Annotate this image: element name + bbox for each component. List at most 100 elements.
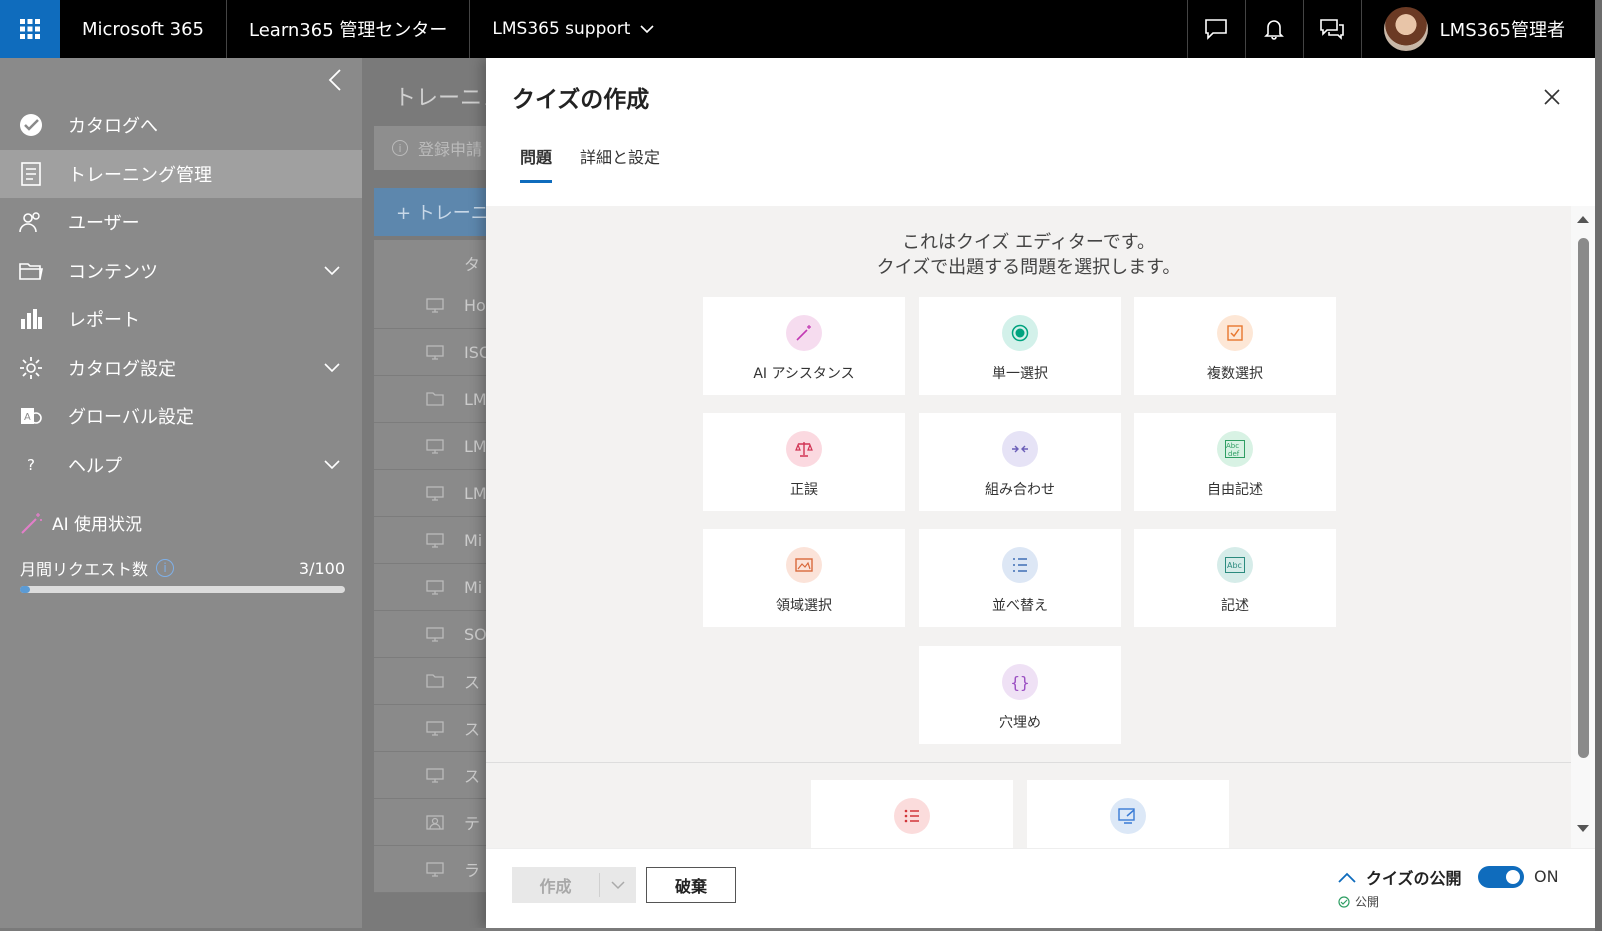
publish-toggle[interactable] bbox=[1478, 866, 1524, 888]
table-row[interactable]: SO bbox=[374, 611, 486, 658]
discard-button[interactable]: 破棄 bbox=[646, 867, 736, 903]
scrollbar-thumb[interactable] bbox=[1578, 238, 1589, 758]
list-bullets-icon bbox=[894, 798, 930, 834]
table-row[interactable]: ス bbox=[374, 705, 486, 752]
app-name[interactable]: Microsoft 365 bbox=[60, 0, 227, 58]
usage-progress-fill bbox=[20, 586, 30, 593]
question-type-card[interactable]: 正誤 bbox=[703, 413, 905, 511]
table-row[interactable]: テ bbox=[374, 799, 486, 846]
intro-line-2: クイズで出題する問題を選択します。 bbox=[876, 257, 1181, 278]
question-type-card[interactable]: Abc 記述 bbox=[1134, 529, 1336, 627]
text-abc-icon: Abc def bbox=[1217, 431, 1253, 467]
feedback-icon[interactable] bbox=[1186, 0, 1245, 58]
tenant-selector[interactable]: LMS365 support bbox=[470, 0, 676, 58]
sidebar-item-global-settings[interactable]: A グローバル設定 bbox=[0, 392, 362, 440]
question-template-card[interactable] bbox=[811, 780, 1013, 848]
row-title: SO bbox=[464, 624, 486, 644]
chevron-down-icon bbox=[640, 25, 655, 34]
usage-progress-bar bbox=[20, 586, 345, 593]
user-name: LMS365管理者 bbox=[1439, 20, 1565, 41]
admin-center-title[interactable]: Learn365 管理センター bbox=[227, 0, 471, 58]
question-type-card[interactable]: {} 穴埋め bbox=[919, 646, 1121, 744]
table-row[interactable]: ス bbox=[374, 658, 486, 705]
sidebar-item-label: カタログ設定 bbox=[68, 359, 176, 380]
sidebar-item-users[interactable]: ユーザー bbox=[0, 198, 362, 246]
row-title: ス bbox=[464, 767, 481, 786]
sidebar-item-reports[interactable]: レポート bbox=[0, 295, 362, 343]
info-icon[interactable]: i bbox=[156, 559, 175, 577]
table-row[interactable]: Mi bbox=[374, 517, 486, 564]
top-bar: Microsoft 365 Learn365 管理センター LMS365 sup… bbox=[0, 0, 1595, 58]
question-type-card[interactable]: 組み合わせ bbox=[919, 413, 1121, 511]
magic-wand-icon bbox=[21, 512, 42, 534]
svg-text:Abc: Abc bbox=[1226, 442, 1239, 450]
scales-icon bbox=[786, 431, 822, 467]
monitor-icon bbox=[426, 297, 446, 313]
chat-icon[interactable] bbox=[1302, 0, 1361, 58]
sidebar-item-catalog-settings[interactable]: カタログ設定 bbox=[0, 344, 362, 392]
question-type-card[interactable]: 単一選択 bbox=[919, 297, 1121, 395]
sidebar-item-label: コンテンツ bbox=[68, 262, 158, 283]
row-title: LM bbox=[464, 389, 486, 409]
checkbox-icon bbox=[1217, 315, 1253, 351]
column-header[interactable]: タ bbox=[464, 251, 480, 275]
question-type-label: 穴埋め bbox=[999, 715, 1041, 731]
magic-wand-icon bbox=[786, 315, 822, 351]
panel-footer: 作成 破棄 クイズの公開 公開 ON bbox=[486, 848, 1595, 928]
table-row[interactable]: LM bbox=[374, 423, 486, 470]
question-type-card[interactable]: Abc def 自由記述 bbox=[1134, 413, 1336, 511]
publish-status: 公開 bbox=[1338, 893, 1379, 910]
table-row[interactable]: ス bbox=[374, 752, 486, 799]
sidebar-item-catalog[interactable]: カタログへ bbox=[0, 101, 362, 149]
sidebar-item-content[interactable]: コンテンツ bbox=[0, 247, 362, 295]
monitor-icon bbox=[426, 767, 446, 783]
question-type-label: 記述 bbox=[1221, 598, 1249, 614]
question-template-card[interactable] bbox=[1027, 780, 1229, 848]
question-type-label: 単一選択 bbox=[992, 366, 1048, 382]
match-arrows-icon bbox=[1002, 431, 1038, 467]
chevron-down-icon[interactable] bbox=[324, 363, 340, 373]
new-training-button[interactable]: + トレーニ bbox=[374, 188, 486, 236]
svg-text:A: A bbox=[24, 412, 31, 423]
tab-questions[interactable]: 問題 bbox=[520, 144, 553, 183]
table-row[interactable]: LM bbox=[374, 470, 486, 517]
tab-details-settings[interactable]: 詳細と設定 bbox=[580, 144, 660, 183]
question-type-card[interactable]: AI アシスタンス bbox=[703, 297, 905, 395]
notification-bell-icon[interactable] bbox=[1244, 0, 1303, 58]
collapse-sidebar-icon[interactable] bbox=[328, 68, 342, 98]
close-icon[interactable] bbox=[1543, 88, 1561, 106]
row-title: LM bbox=[464, 436, 486, 456]
scroll-down-icon[interactable] bbox=[1576, 824, 1590, 834]
chevron-down-icon[interactable] bbox=[600, 880, 636, 890]
monitor-icon bbox=[426, 720, 446, 736]
training-doc-icon bbox=[16, 159, 46, 189]
question-type-label: AI アシスタンス bbox=[753, 366, 855, 382]
sidebar-item-help[interactable]: ? ヘルプ bbox=[0, 441, 362, 489]
panel-title: クイズの作成 bbox=[512, 87, 650, 113]
table-row[interactable]: LM bbox=[374, 376, 486, 423]
create-label: 作成 bbox=[512, 873, 600, 897]
table-row[interactable]: ISO bbox=[374, 329, 486, 376]
bar-chart-icon bbox=[16, 304, 46, 334]
user-menu[interactable]: LMS365管理者 bbox=[1360, 0, 1595, 58]
scroll-up-icon[interactable] bbox=[1576, 214, 1590, 224]
sidebar-item-label: レポート bbox=[68, 310, 140, 331]
ai-usage-label: AI 使用状況 bbox=[52, 515, 143, 535]
question-type-card[interactable]: 領域選択 bbox=[703, 529, 905, 627]
question-type-card[interactable]: 並べ替え bbox=[919, 529, 1121, 627]
monthly-requests-value: 3/100 bbox=[298, 558, 345, 578]
editor-scrollbar[interactable] bbox=[1571, 206, 1595, 848]
chevron-down-icon[interactable] bbox=[324, 460, 340, 470]
table-row[interactable]: Ho bbox=[374, 282, 486, 329]
chevron-down-icon[interactable] bbox=[324, 266, 340, 276]
sidebar-item-training[interactable]: トレーニング管理 bbox=[0, 150, 362, 198]
question-type-card[interactable]: 複数選択 bbox=[1134, 297, 1336, 395]
table-row[interactable]: Mi bbox=[374, 564, 486, 611]
table-row[interactable]: ラ bbox=[374, 846, 486, 893]
row-title: ISO bbox=[464, 342, 486, 362]
publish-quiz-header[interactable]: クイズの公開 bbox=[1338, 865, 1462, 889]
create-button[interactable]: 作成 bbox=[512, 867, 636, 903]
sidebar-item-label: グローバル設定 bbox=[68, 407, 194, 428]
app-launcher-icon[interactable] bbox=[0, 0, 60, 58]
folder-icon bbox=[16, 256, 46, 286]
